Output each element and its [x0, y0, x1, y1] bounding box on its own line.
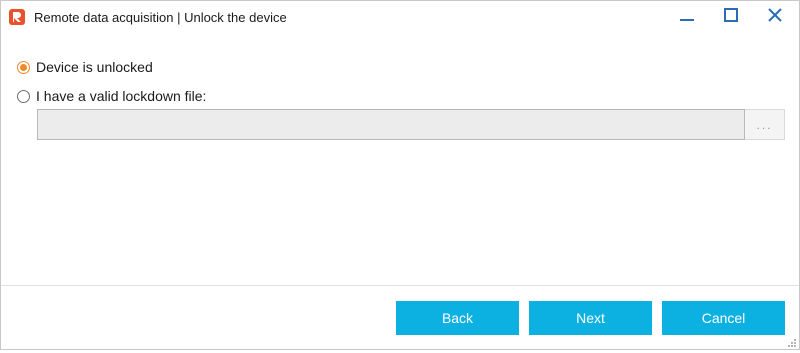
title-bar: Remote data acquisition | Unlock the dev… — [1, 1, 799, 33]
next-button[interactable]: Next — [529, 301, 652, 335]
lockdown-file-path-input[interactable] — [37, 109, 745, 140]
maximize-icon — [724, 7, 738, 27]
back-button[interactable]: Back — [396, 301, 519, 335]
minimize-icon — [680, 8, 694, 27]
device-unlocked-radio[interactable] — [17, 60, 30, 74]
device-unlocked-option[interactable]: Device is unlocked — [17, 58, 153, 76]
footer-divider — [1, 285, 799, 286]
close-icon — [768, 7, 782, 27]
maximize-button[interactable] — [709, 1, 753, 33]
window-title: Remote data acquisition | Unlock the dev… — [34, 10, 287, 25]
lockdown-file-radio[interactable] — [17, 89, 30, 103]
lockdown-file-option[interactable]: I have a valid lockdown file: — [17, 87, 206, 105]
dialog-window: Remote data acquisition | Unlock the dev… — [0, 0, 800, 350]
lockdown-file-label: I have a valid lockdown file: — [36, 88, 207, 104]
cancel-button[interactable]: Cancel — [662, 301, 785, 335]
resize-grip-icon[interactable] — [785, 335, 797, 347]
app-logo-icon — [9, 9, 25, 25]
close-button[interactable] — [753, 1, 797, 33]
browse-button[interactable]: ... — [745, 109, 785, 140]
device-unlocked-label: Device is unlocked — [36, 59, 153, 75]
minimize-button[interactable] — [665, 1, 709, 33]
